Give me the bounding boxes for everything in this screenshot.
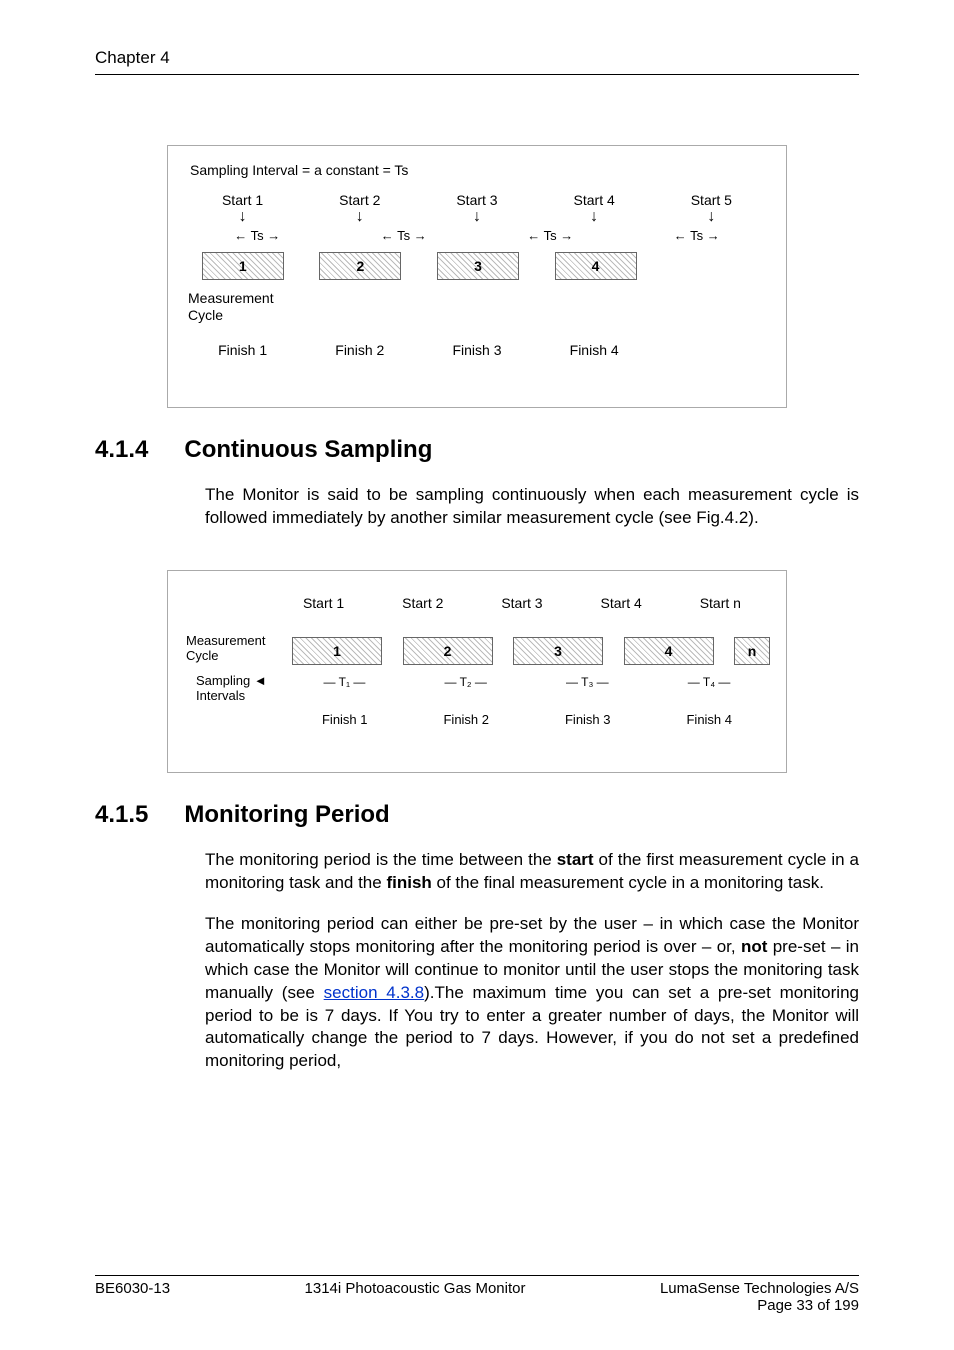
section-414-heading: 4.1.4 Continuous Sampling [95, 436, 859, 464]
fig1-finish-row: Finish 1 Finish 2 Finish 3 Finish 4 [184, 342, 770, 358]
fig2-start-n: Start n [681, 595, 760, 611]
fig1-finish-2: Finish 2 [301, 342, 418, 358]
link-section-438[interactable]: section 4.3.8 [324, 983, 424, 1002]
fig1-arrow-row: ↓ ↓ ↓ ↓ ↓ [184, 212, 770, 222]
footer-rule [95, 1275, 859, 1276]
fig1-start-row: Start 1 Start 2 Start 3 Start 4 Start 5 [184, 192, 770, 208]
fig1-ts: ← Ts → [492, 228, 609, 243]
fig2-finish-3: Finish 3 [565, 712, 611, 727]
fig2-block-n: n [734, 637, 770, 665]
fig2-block-3: 3 [513, 637, 603, 665]
fig2-finish-1: Finish 1 [322, 712, 368, 727]
fig1-ts: ← Ts → [638, 228, 755, 243]
fig2-finish-2: Finish 2 [443, 712, 489, 727]
fig1-block-row: 1 2 3 4 [184, 252, 770, 280]
fig2-finish-4: Finish 4 [686, 712, 732, 727]
fig1-finish-1: Finish 1 [184, 342, 301, 358]
fig1-start-3: Start 3 [418, 192, 535, 208]
figure-2: Start 1 Start 2 Start 3 Start 4 Start n … [167, 570, 787, 773]
fig1-mcycle-label: MeasurementCycle [188, 290, 274, 324]
para-2: The monitoring period can either be pre-… [205, 913, 859, 1074]
fig2-block-4: 4 [624, 637, 714, 665]
chapter-label: Chapter 4 [95, 48, 859, 68]
section-title: Monitoring Period [184, 801, 389, 829]
fig1-arrow: ↓ [184, 212, 301, 222]
fig1-ts: ← Ts → [199, 228, 316, 243]
fig1-block-3: 3 [437, 252, 519, 280]
figure-1: Sampling Interval = a constant = Ts Star… [167, 145, 787, 408]
section-title: Continuous Sampling [184, 436, 432, 464]
figure-1-wrap: Sampling Interval = a constant = Ts Star… [95, 145, 859, 408]
fig2-block-row: 1 2 3 4 n [184, 637, 770, 665]
fig1-arrow: ↓ [301, 212, 418, 222]
fig2-t1: — T₁ — [324, 675, 366, 689]
page-footer: BE6030-13 1314i Photoacoustic Gas Monito… [95, 1275, 859, 1314]
fig2-block-1: 1 [292, 637, 382, 665]
para-1: The monitoring period is the time betwee… [205, 849, 859, 895]
fig1-ts-row: ← Ts → ← Ts → ← Ts → ← Ts → [184, 228, 770, 243]
fig2-start-row: Start 1 Start 2 Start 3 Start 4 Start n [184, 595, 770, 611]
fig1-finish-4: Finish 4 [536, 342, 653, 358]
fig1-block-2: 2 [319, 252, 401, 280]
footer-center: 1314i Photoacoustic Gas Monitor [305, 1280, 526, 1314]
fig1-ts: ← Ts → [345, 228, 462, 243]
fig2-block-2: 2 [403, 637, 493, 665]
fig1-block-1: 1 [202, 252, 284, 280]
fig1-arrow: ↓ [653, 212, 770, 222]
fig1-start-4: Start 4 [536, 192, 653, 208]
page: Chapter 4 Sampling Interval = a constant… [0, 0, 954, 1350]
fig2-start-3: Start 3 [482, 595, 561, 611]
fig2-start-2: Start 2 [383, 595, 462, 611]
fig1-arrow: ↓ [536, 212, 653, 222]
fig1-top-label: Sampling Interval = a constant = Ts [190, 162, 408, 178]
section-414-body: The Monitor is said to be sampling conti… [205, 484, 859, 530]
footer-left: BE6030-13 [95, 1280, 170, 1314]
fig1-start-1: Start 1 [184, 192, 301, 208]
fig1-block-4: 4 [555, 252, 637, 280]
section-415-heading: 4.1.5 Monitoring Period [95, 801, 859, 829]
footer-right: LumaSense Technologies A/SPage 33 of 199 [660, 1280, 859, 1314]
section-414-para: The Monitor is said to be sampling conti… [205, 484, 859, 530]
fig1-start-5: Start 5 [653, 192, 770, 208]
section-number: 4.1.4 [95, 436, 148, 464]
fig2-t2: — T₂ — [444, 675, 486, 689]
fig2-t4: — T₄ — [688, 675, 731, 689]
fig2-finish-row: Finish 1 Finish 2 Finish 3 Finish 4 [284, 712, 770, 727]
figure-2-wrap: Start 1 Start 2 Start 3 Start 4 Start n … [95, 570, 859, 773]
section-number: 4.1.5 [95, 801, 148, 829]
fig1-arrow: ↓ [418, 212, 535, 222]
header-rule [95, 74, 859, 75]
fig1-start-2: Start 2 [301, 192, 418, 208]
section-415-body: The monitoring period is the time betwee… [205, 849, 859, 1073]
fig2-t-row: — T₁ — — T₂ — — T₃ — — T₄ — [284, 675, 770, 689]
fig2-start-1: Start 1 [284, 595, 363, 611]
fig2-start-4: Start 4 [581, 595, 660, 611]
fig1-finish-3: Finish 3 [418, 342, 535, 358]
fig2-sampling-label: Sampling ◄Intervals [196, 673, 267, 704]
fig2-t3: — T₃ — [566, 675, 609, 689]
